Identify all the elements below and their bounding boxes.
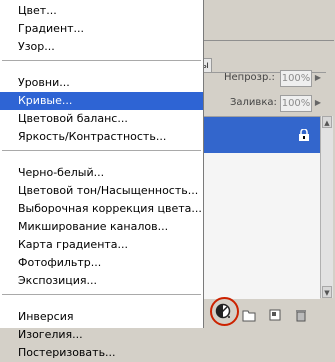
- menu-item[interactable]: Постеризовать...: [0, 344, 203, 362]
- panel-top-border: [196, 40, 334, 41]
- folder-icon[interactable]: [242, 308, 256, 322]
- menu-item[interactable]: Цвет...: [0, 2, 203, 20]
- lock-icon: [299, 129, 309, 141]
- menu-item[interactable]: Яркость/Контрастность...: [0, 128, 203, 146]
- fill-label: Заливка:: [230, 97, 277, 108]
- menu-item[interactable]: Инверсия: [0, 308, 203, 326]
- menu-item[interactable]: Кривые...: [0, 92, 203, 110]
- menu-item[interactable]: Уровни...: [0, 74, 203, 92]
- new-layer-icon[interactable]: [268, 308, 282, 322]
- menu-item[interactable]: Фотофильтр...: [0, 254, 203, 272]
- menu-item[interactable]: Узор...: [0, 38, 203, 56]
- menu-item[interactable]: Карта градиента...: [0, 236, 203, 254]
- opacity-field[interactable]: 100%: [280, 70, 312, 87]
- new-fill-adjustment-layer-icon[interactable]: [215, 303, 231, 319]
- menu-separator: [2, 294, 201, 295]
- layers-list: [196, 116, 320, 299]
- layers-scrollbar[interactable]: ▲ ▼: [320, 116, 333, 298]
- opacity-label: Непрозр.:: [224, 72, 275, 83]
- layer-row-selected[interactable]: [196, 117, 320, 153]
- menu-item[interactable]: Цветовой тон/Насыщенность...: [0, 182, 203, 200]
- menu-item[interactable]: Экспозиция...: [0, 272, 203, 290]
- menu-item[interactable]: Выборочная коррекция цвета...: [0, 200, 203, 218]
- menu-item[interactable]: Цветовой баланс...: [0, 110, 203, 128]
- menu-item[interactable]: Черно-белый...: [0, 164, 203, 182]
- menu-item[interactable]: Микширование каналов...: [0, 218, 203, 236]
- adjustment-layer-menu: Цвет... Градиент... Узор... Уровни... Кривые…: [0, 0, 204, 359]
- menu-item[interactable]: Изогелия...: [0, 326, 203, 344]
- trash-icon[interactable]: [294, 308, 308, 322]
- menu-item[interactable]: Градиент...: [0, 20, 203, 38]
- chevron-down-icon[interactable]: ▶: [313, 70, 323, 85]
- scroll-up-arrow[interactable]: ▲: [322, 116, 332, 128]
- menu-separator: [2, 150, 201, 151]
- layers-panel: ы Непрозр.: 100% ▶ Заливка: 100% ▶ ▲ ▼: [196, 40, 334, 328]
- chevron-down-icon[interactable]: ▶: [313, 95, 323, 110]
- menu-separator: [2, 60, 201, 61]
- scroll-down-arrow[interactable]: ▼: [322, 286, 332, 298]
- fill-field[interactable]: 100%: [280, 95, 312, 112]
